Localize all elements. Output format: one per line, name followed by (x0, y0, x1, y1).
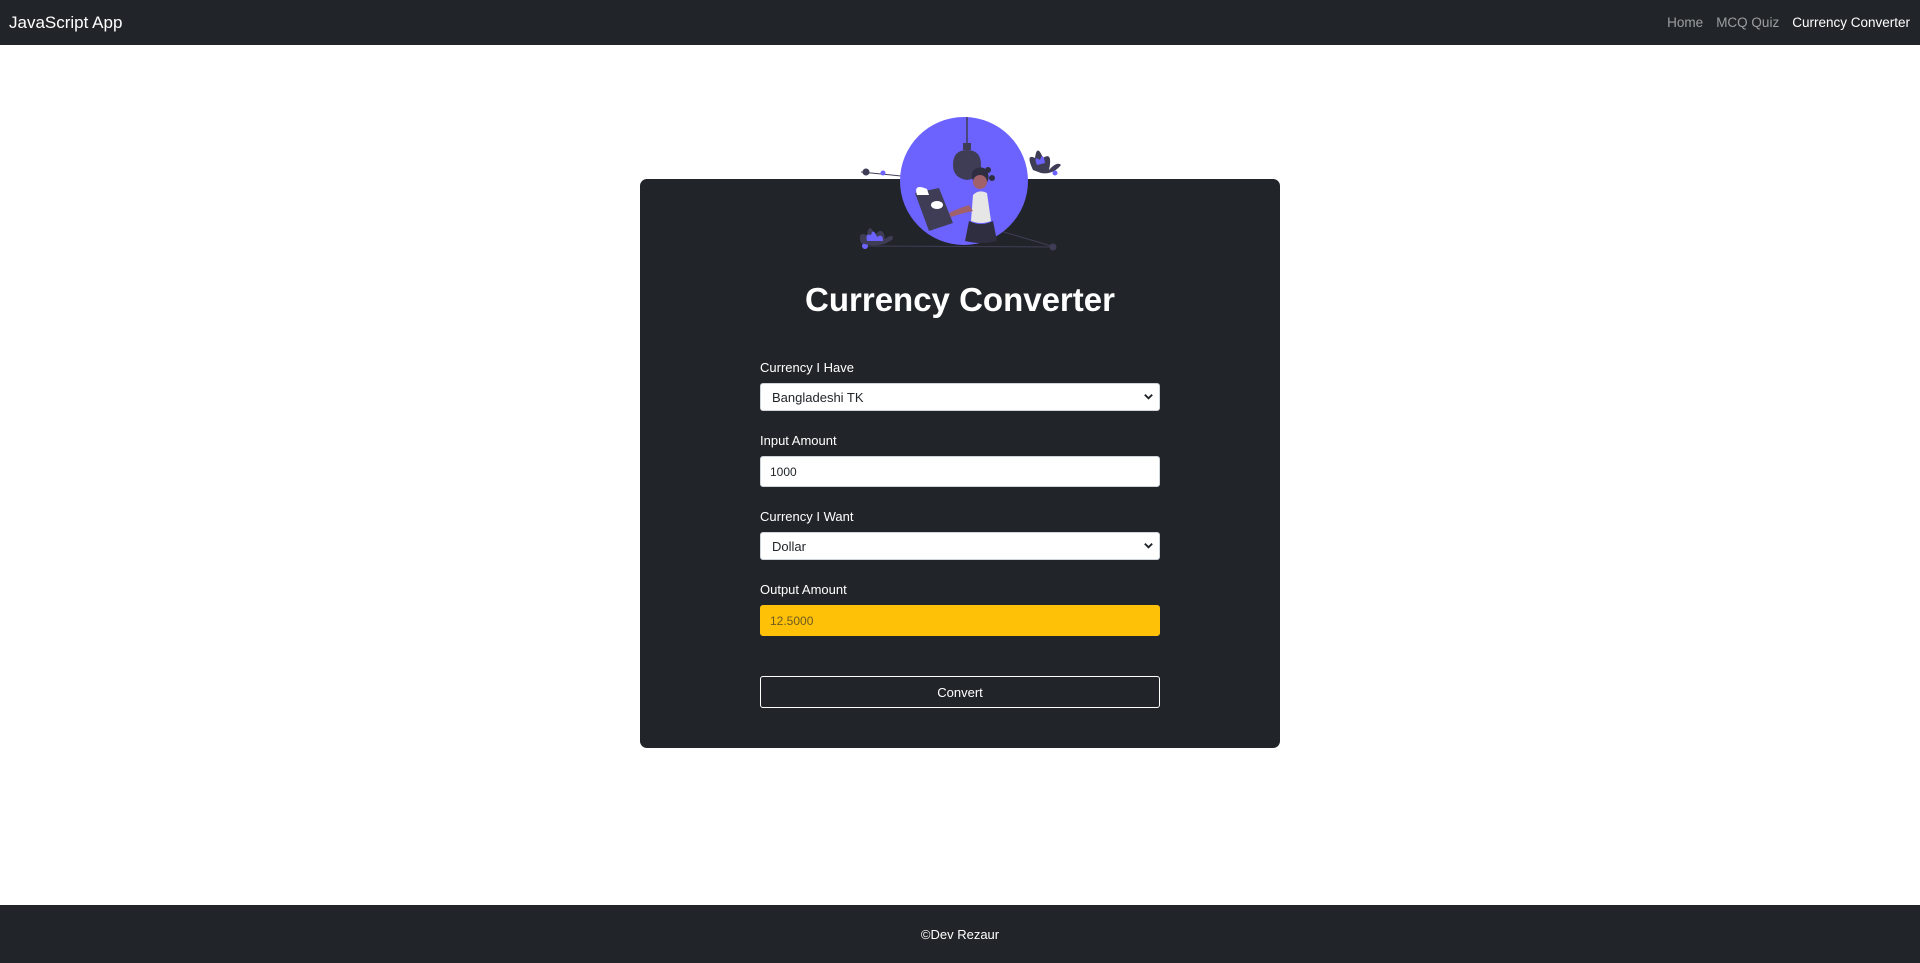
nav-link-currency-converter[interactable]: Currency Converter (1792, 15, 1910, 30)
input-amount-label: Input Amount (760, 433, 837, 448)
currency-have-value: Bangladeshi TK (772, 389, 864, 405)
footer: ©Dev Rezaur (0, 905, 1920, 963)
nav-link-mcq-quiz[interactable]: MCQ Quiz (1716, 15, 1779, 30)
nav-link-home[interactable]: Home (1667, 15, 1703, 30)
reading-woman-illustration (859, 117, 1061, 251)
navbar: JavaScript App Home MCQ Quiz Currency Co… (0, 0, 1920, 45)
input-amount-group: Input Amount 1000 (760, 433, 1160, 487)
converter-title: Currency Converter (805, 281, 1115, 318)
nav-links: Home MCQ Quiz Currency Converter (1667, 15, 1910, 30)
output-amount-label: Output Amount (760, 582, 847, 597)
currency-want-group: Currency I Want Dollar (760, 509, 1160, 560)
output-amount-field: 12.5000 (760, 605, 1160, 636)
input-amount-field[interactable]: 1000 (760, 456, 1160, 487)
currency-have-group: Currency I Have Bangladeshi TK (760, 360, 1160, 411)
currency-want-select[interactable]: Dollar (760, 532, 1160, 560)
brand-link[interactable]: JavaScript App (9, 13, 122, 33)
chevron-down-icon (1143, 539, 1154, 554)
currency-want-value: Dollar (772, 538, 806, 554)
currency-have-label: Currency I Have (760, 360, 854, 375)
output-amount-group: Output Amount 12.5000 (760, 582, 1160, 636)
convert-button[interactable]: Convert (760, 676, 1160, 708)
currency-have-select[interactable]: Bangladeshi TK (760, 383, 1160, 411)
chevron-down-icon (1143, 390, 1154, 405)
currency-want-label: Currency I Want (760, 509, 854, 524)
footer-copyright: ©Dev Rezaur (920, 926, 1000, 942)
